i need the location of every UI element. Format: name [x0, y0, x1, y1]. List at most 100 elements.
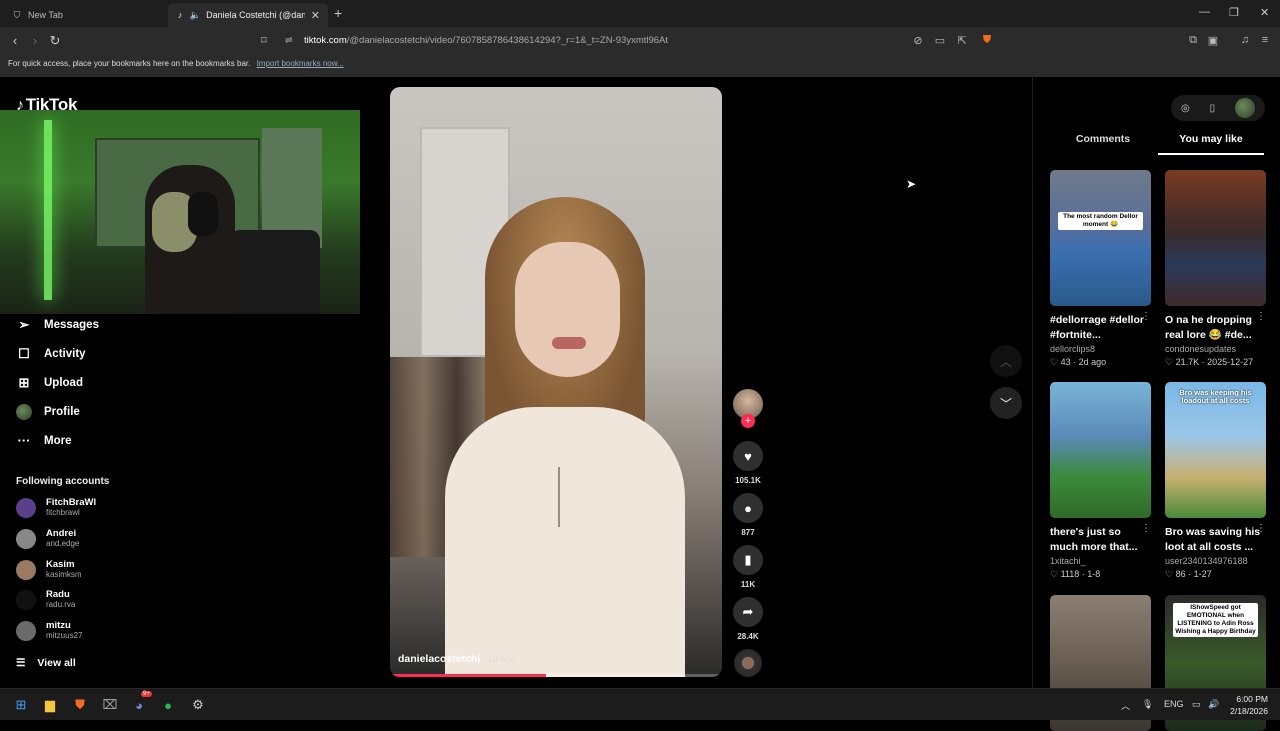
- tab-new-tab[interactable]: ⛉ New Tab: [4, 3, 168, 27]
- file-explorer-icon[interactable]: ▆: [40, 695, 60, 715]
- bookmarks-hint: For quick access, place your bookmarks h…: [8, 59, 251, 68]
- recommendation-card[interactable]: Bro was keeping his loadout at all costs…: [1165, 382, 1266, 580]
- follow-button[interactable]: +: [741, 414, 755, 428]
- video-progress-fill: [390, 674, 547, 677]
- brave-browser-icon[interactable]: ⛊: [70, 695, 90, 715]
- tab-comments[interactable]: Comments: [1050, 133, 1156, 153]
- terminal-icon[interactable]: ⌧: [100, 695, 120, 715]
- avatar: [16, 528, 36, 549]
- tab-title: Daniela Costetchi (@daniela...: [206, 10, 305, 20]
- bookmark-icon[interactable]: ⌑: [257, 34, 271, 47]
- close-window-icon[interactable]: ✕: [1260, 6, 1269, 19]
- share-arrow-icon: ➦: [733, 597, 763, 627]
- card-author[interactable]: user2340134976188: [1165, 556, 1266, 566]
- headset: [188, 192, 218, 236]
- forward-icon[interactable]: ›: [27, 33, 43, 48]
- card-author[interactable]: 1xitachi_: [1050, 556, 1151, 566]
- next-video-button[interactable]: ﹀: [990, 387, 1022, 419]
- chevron-up-icon: ︿: [999, 354, 1012, 369]
- share-icon[interactable]: ⇱: [955, 34, 969, 47]
- spotify-icon[interactable]: ●: [158, 695, 178, 715]
- nav-activity[interactable]: ☐ Activity: [16, 346, 85, 362]
- following-account[interactable]: Andrei and.edge: [16, 528, 79, 549]
- wallet-icon[interactable]: ▣: [1206, 34, 1220, 47]
- site-info-icon[interactable]: ⇌: [285, 35, 293, 46]
- share-button[interactable]: ➦ 28.4K: [733, 597, 763, 641]
- recommendation-card[interactable]: there's just so much more that... 1xitach…: [1050, 382, 1151, 580]
- activity-icon: ☐: [18, 346, 30, 361]
- menu-icon[interactable]: ≡: [1258, 34, 1272, 46]
- video-thumbnail[interactable]: [1165, 170, 1266, 306]
- avatar: [16, 620, 36, 641]
- video-player[interactable]: danielacostetchi · 1d ago: [390, 87, 722, 677]
- discord-icon[interactable]: ◕ 9+: [129, 691, 152, 715]
- list-icon: ☰: [16, 657, 26, 669]
- comment-button[interactable]: ● 877: [733, 493, 763, 537]
- following-account[interactable]: Kasim kasimksm: [16, 559, 82, 580]
- led-strip: [44, 120, 52, 300]
- save-button[interactable]: ▮ 11K: [733, 545, 763, 589]
- more-options-icon[interactable]: ⋮: [1141, 311, 1151, 322]
- tray-expand-icon[interactable]: ︿: [1121, 699, 1130, 712]
- volume-icon[interactable]: 🔊: [1208, 699, 1219, 710]
- import-bookmarks-link[interactable]: Import bookmarks now...: [257, 59, 344, 68]
- chair: [230, 230, 320, 314]
- no-cast-icon[interactable]: ⊘: [911, 34, 925, 47]
- device-icon[interactable]: ▯: [1210, 103, 1216, 114]
- account-handle: radu.rva: [46, 600, 76, 609]
- brave-shield-icon: ⛉: [13, 9, 21, 20]
- compass-icon[interactable]: ◎: [1181, 103, 1190, 114]
- following-account[interactable]: mitzu mitzuus27: [16, 620, 82, 641]
- card-author[interactable]: dellorclips8: [1050, 344, 1151, 354]
- windows-start-icon[interactable]: ⊞: [11, 695, 31, 715]
- video-thumbnail[interactable]: [1050, 382, 1151, 518]
- card-title: there's just so much more that...: [1050, 526, 1138, 553]
- more-options-icon[interactable]: ⋮: [1141, 523, 1151, 534]
- sound-disc[interactable]: [734, 649, 762, 677]
- media-icon[interactable]: ♫: [1238, 34, 1252, 46]
- speaker-icon[interactable]: 🔈: [190, 10, 201, 20]
- restore-icon[interactable]: ❐: [1229, 6, 1239, 19]
- settings-icon[interactable]: ⚙: [188, 695, 208, 715]
- tab-tiktok[interactable]: ♪ 🔈 Daniela Costetchi (@daniela... ✕: [168, 3, 328, 27]
- nav-messages[interactable]: ➢ Messages: [16, 317, 99, 333]
- back-icon[interactable]: ‹: [7, 33, 23, 48]
- extensions-icon[interactable]: ⧉: [1186, 34, 1200, 47]
- reload-icon[interactable]: ↻: [47, 33, 63, 49]
- close-tab-icon[interactable]: ✕: [311, 9, 320, 22]
- card-meta: ♡ 43 · 2d ago: [1050, 357, 1107, 367]
- tab-you-may-like[interactable]: You may like: [1158, 133, 1264, 155]
- cast-icon[interactable]: ▭: [933, 34, 947, 47]
- video-author[interactable]: danielacostetchi · 1d ago: [398, 653, 515, 665]
- video-thumbnail[interactable]: The most random Dellor moment 😂: [1050, 170, 1151, 306]
- network-icon[interactable]: ▭: [1192, 699, 1201, 710]
- view-all-button[interactable]: ☰ View all: [16, 657, 76, 669]
- brave-shields-icon[interactable]: ⛊: [980, 34, 994, 47]
- recommendation-card[interactable]: O na he dropping real lore 😂 #de... condo…: [1165, 170, 1266, 368]
- like-button[interactable]: ♥ 105.1K: [733, 441, 763, 485]
- following-account[interactable]: FitchBraWl fitchbrawl: [16, 497, 96, 518]
- recommendation-card[interactable]: The most random Dellor moment 😂 #dellorra…: [1050, 170, 1151, 368]
- minimize-icon[interactable]: —: [1199, 6, 1210, 18]
- nav-upload[interactable]: ⊞ Upload: [16, 375, 83, 391]
- avatar: [16, 404, 32, 420]
- account-name: Andrei: [46, 528, 77, 539]
- following-account[interactable]: Radu radu.rva: [16, 589, 75, 610]
- new-tab-button[interactable]: +: [334, 5, 342, 21]
- video-person-lips: [552, 337, 586, 349]
- video-thumbnail[interactable]: Bro was keeping his loadout at all costs: [1165, 382, 1266, 518]
- microphone-icon[interactable]: 🎙: [1142, 699, 1153, 710]
- language-indicator[interactable]: ENG: [1164, 699, 1184, 709]
- nav-more[interactable]: ··· More: [16, 433, 72, 448]
- nav-profile[interactable]: Profile: [16, 404, 80, 420]
- more-options-icon[interactable]: ⋮: [1256, 523, 1266, 534]
- system-clock[interactable]: 6:00 PM 2/18/2026: [1228, 693, 1268, 717]
- video-progress-bar[interactable]: [390, 674, 722, 677]
- previous-video-button[interactable]: ︿: [990, 345, 1022, 377]
- card-author[interactable]: condonesupdates: [1165, 344, 1266, 354]
- avatar[interactable]: [1235, 98, 1256, 118]
- more-options-icon[interactable]: ⋮: [1256, 311, 1266, 322]
- mouse-cursor-icon: ➤: [906, 177, 917, 191]
- address-bar[interactable]: ⇌ tiktok.com/@danielacostetchi/video/760…: [276, 30, 1000, 51]
- account-name: FitchBraWl: [46, 497, 97, 508]
